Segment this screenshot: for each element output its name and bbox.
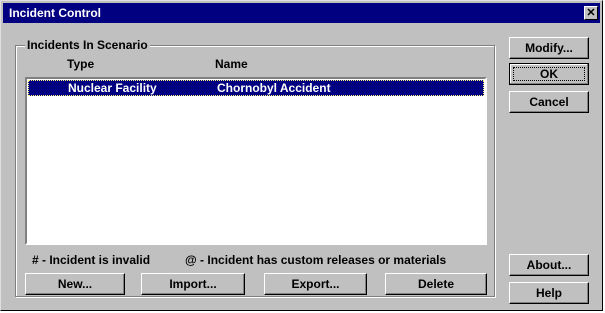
close-icon[interactable]: ✕ bbox=[584, 6, 598, 20]
group-label: Incidents In Scenario bbox=[25, 38, 150, 52]
incident-type: Nuclear Facility bbox=[68, 81, 157, 95]
import-button[interactable]: Import... bbox=[141, 273, 245, 295]
export-button[interactable]: Export... bbox=[264, 273, 367, 295]
new-button[interactable]: New... bbox=[25, 273, 125, 295]
legend-invalid: # - Incident is invalid bbox=[32, 253, 151, 267]
focus-rectangle bbox=[513, 67, 585, 81]
incident-name: Chornobyl Accident bbox=[217, 81, 331, 95]
incident-list[interactable]: Nuclear Facility Chornobyl Accident bbox=[25, 77, 487, 245]
window-title: Incident Control bbox=[9, 6, 101, 20]
delete-button[interactable]: Delete bbox=[385, 273, 487, 295]
column-header-type[interactable]: Type bbox=[67, 57, 94, 71]
help-button[interactable]: Help bbox=[509, 282, 589, 304]
column-header-name[interactable]: Name bbox=[215, 57, 248, 71]
legend-custom: @ - Incident has custom releases or mate… bbox=[185, 253, 447, 267]
incident-control-dialog: Incident Control ✕ Incidents In Scenario… bbox=[0, 0, 603, 311]
title-bar[interactable]: Incident Control ✕ bbox=[3, 3, 600, 23]
about-button[interactable]: About... bbox=[509, 254, 589, 276]
list-item[interactable]: Nuclear Facility Chornobyl Accident bbox=[28, 80, 484, 96]
cancel-button[interactable]: Cancel bbox=[509, 91, 589, 113]
ok-button[interactable]: OK bbox=[509, 63, 589, 85]
modify-button[interactable]: Modify... bbox=[509, 37, 589, 59]
